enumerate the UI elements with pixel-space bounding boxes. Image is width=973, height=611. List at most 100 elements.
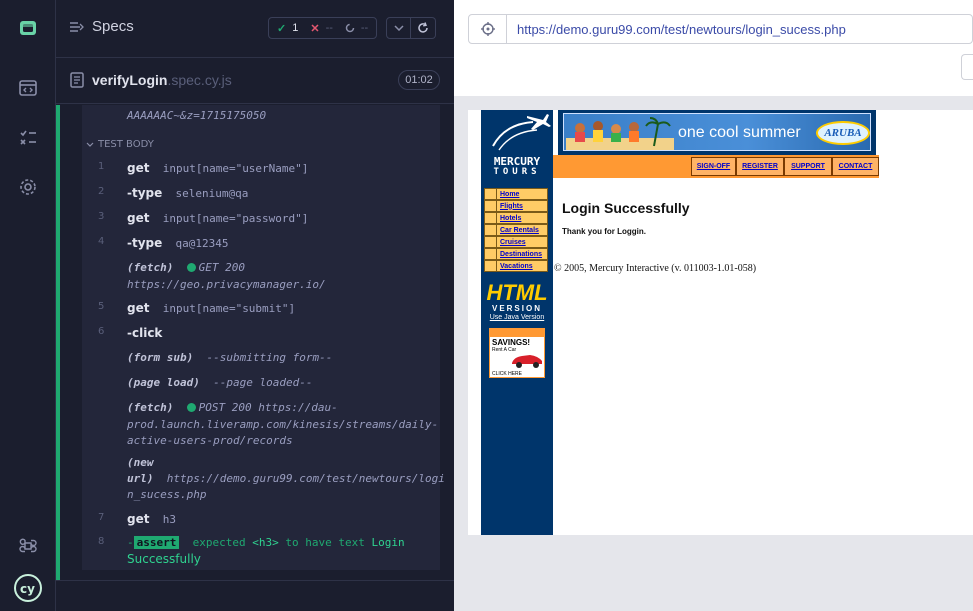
top-nav-contact[interactable]: CONTACT [832,157,879,176]
banner-text: one cool summer [678,124,801,141]
savings-ad[interactable]: SAVINGS! Rent A Car CLICK HERE [489,328,545,378]
side-nav-flights[interactable]: Flights [484,200,548,212]
side-nav-vacations[interactable]: Vacations [484,260,548,272]
url-bar[interactable]: https://demo.guru99.com/test/newtours/lo… [468,14,973,44]
cypress-logo-icon[interactable]: cy [0,570,56,606]
event-name: (fetch) [127,401,174,414]
rerun-button[interactable] [411,17,436,39]
specs-label: Specs [92,18,134,35]
command-number: 8 [98,536,105,547]
test-stats: ✓ 1 ✕ -- -- [268,17,378,39]
command-log-reporter: Specs ✓ 1 ✕ -- -- verifyLogin.spec.cy.js… [56,0,454,611]
app-under-test-pane: https://demo.guru99.com/test/newtours/lo… [454,0,973,611]
settings-gear-icon[interactable] [0,169,56,205]
aruba-logo: ARUBA [816,121,870,145]
assert-value: Successfully [127,552,201,566]
top-nav-sign-off[interactable]: SIGN-OFF [691,157,736,176]
cypress-runner: cy Specs ✓ 1 ✕ -- -- verifyLogin.spec.cy… [0,0,973,611]
spec-row: verifyLogin.spec.cy.js 01:02 [56,58,454,104]
side-nav-label: Destinations [500,250,543,258]
failed-count: -- [325,22,333,34]
command-name: get [127,301,150,315]
fetch-status: POST 200 [198,401,252,414]
fetch-url: https://geo.privacymanager.io/ [127,278,326,291]
new-url: https://demo.guru99.com/test/newtours/lo… [166,472,445,485]
spec-file-icon [70,72,84,88]
logo-text: MERCURY TOURS [483,156,551,178]
side-nav-cruises[interactable]: Cruises [484,236,548,248]
crosshair-icon [480,22,495,36]
viewport-button[interactable] [961,54,973,80]
runs-list-icon[interactable] [0,120,56,156]
pending-circle-icon [345,23,355,33]
savings-title: SAVINGS! [492,338,531,347]
spec-filename: verifyLogin.spec.cy.js [92,72,232,88]
passed-count: 1 [292,22,299,34]
chevron-down-icon [86,142,94,147]
status-dot-icon [186,263,196,272]
html-version-line-1: HTML [486,280,548,305]
aut-url: https://demo.guru99.com/test/newtours/lo… [517,22,846,37]
specs-list-icon[interactable] [0,70,56,106]
use-java-link[interactable]: Use Java Version [481,314,553,321]
specs-toggle[interactable]: Specs [70,18,134,35]
icon-sidebar: cy [0,0,56,611]
event-message: --submitting form-- [206,351,333,364]
command-name: -click [127,326,163,340]
command-message: selenium@qa [175,187,249,200]
pending-count: -- [360,22,369,34]
command-message: input[name="userName"] [162,162,309,175]
pending-stat: -- [345,22,368,34]
command-message: input[name="password"] [162,212,309,225]
chevron-down-icon [393,25,404,31]
x-icon: ✕ [310,22,320,35]
command-number: 5 [98,301,105,312]
duration-badge: 01:02 [398,70,440,90]
command-message: h3 [162,513,176,526]
summer-banner[interactable]: one cool summer ARUBA [558,110,876,155]
command-message: input[name="submit"] [162,302,296,315]
specs-menu-icon [70,21,84,32]
assert-expected: expected [192,536,246,549]
event-name: (page load) [127,376,200,389]
top-nav-register[interactable]: REGISTER [736,157,784,176]
spec-extension: .spec.cy.js [167,72,232,88]
html-version-line-2: VERSION [491,304,542,313]
command-name: -type [127,186,163,200]
command-number: 1 [98,161,105,172]
event-message: --page loaded-- [213,376,313,389]
top-nav-support[interactable]: SUPPORT [784,157,832,176]
command-message: qa@12345 [175,237,229,250]
reporter-header: Specs ✓ 1 ✕ -- -- [56,0,454,58]
assert-to-have: to have text [285,536,365,549]
command-number: 6 [98,326,105,337]
test-body-label: TEST BODY [98,139,154,150]
left-column: MERCURY TOURS Home Flights Hotels Car Re… [481,110,553,535]
command-number: 4 [98,236,105,247]
side-nav-home[interactable]: Home [484,188,548,200]
page-title: Login Successfully [562,200,690,216]
passed-indicator-bar [56,105,60,580]
event-name: (new [127,456,154,469]
side-nav-hotels[interactable]: Hotels [484,212,548,224]
run-options-button[interactable] [386,17,411,39]
assert-tag: <h3> [252,536,279,549]
svg-text:cy: cy [20,582,35,596]
command-list[interactable]: AAAAAAC~&z=1715175050 TEST BODY 1 get in… [82,105,445,570]
assert-badge: assert [133,536,180,549]
logo-line-2: TOURS [493,167,541,177]
selector-playground-button[interactable] [469,15,507,43]
cypress-app-logo-icon[interactable] [0,10,56,46]
side-nav-destinations[interactable]: Destinations [484,248,548,260]
passed-stat: ✓ 1 [277,22,298,35]
keyboard-shortcuts-icon[interactable] [0,528,56,564]
fetch-url-part: https://dau- [258,401,338,414]
side-nav-car-rentals[interactable]: Car Rentals [484,224,548,236]
logo-line-1: MERCURY [493,155,541,168]
aut-header: https://demo.guru99.com/test/newtours/lo… [454,0,973,96]
command-number: 3 [98,211,105,222]
fetch-url-part: active-users-prod/records [127,434,293,447]
event-name: (fetch) [127,261,174,274]
command-number: 2 [98,186,105,197]
side-nav-label: Car Rentals [500,226,539,234]
